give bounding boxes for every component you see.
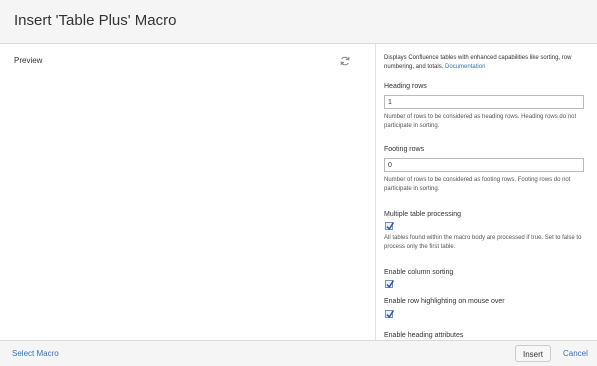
footing-rows-label: Footing rows bbox=[384, 146, 425, 153]
preview-pane: Preview bbox=[0, 44, 376, 340]
documentation-link[interactable]: Documentation bbox=[445, 64, 485, 70]
enable-row-highlighting-label: Enable row highlighting on mouse over bbox=[384, 298, 505, 305]
dialog-title: Insert 'Table Plus' Macro bbox=[14, 12, 177, 29]
multiple-table-processing-checkbox[interactable] bbox=[385, 222, 394, 231]
insert-button[interactable]: Insert bbox=[515, 345, 551, 362]
checkmark-icon bbox=[386, 310, 394, 319]
macro-properties-panel: Displays Confluence tables with enhanced… bbox=[384, 44, 594, 340]
dialog-footer: Select Macro Insert Cancel bbox=[0, 340, 597, 366]
checkmark-icon bbox=[386, 222, 394, 231]
macro-description: Displays Confluence tables with enhanced… bbox=[384, 54, 594, 72]
enable-column-sorting-checkbox[interactable] bbox=[385, 280, 394, 289]
enable-row-highlighting-checkbox[interactable] bbox=[385, 310, 394, 319]
footing-rows-input[interactable] bbox=[384, 158, 584, 172]
heading-rows-input[interactable] bbox=[384, 95, 584, 109]
insert-macro-dialog: Insert 'Table Plus' Macro Preview Displa… bbox=[0, 0, 597, 366]
dialog-header: Insert 'Table Plus' Macro bbox=[0, 0, 597, 44]
checkmark-icon bbox=[386, 280, 394, 289]
enable-column-sorting-label: Enable column sorting bbox=[384, 269, 454, 276]
multiple-table-processing-help: All tables found within the macro body a… bbox=[384, 235, 582, 250]
cancel-link[interactable]: Cancel bbox=[563, 349, 588, 358]
enable-heading-attributes-label: Enable heading attributes bbox=[384, 332, 464, 339]
refresh-icon[interactable] bbox=[339, 54, 351, 66]
footing-rows-help: Number of rows to be considered as footi… bbox=[384, 177, 571, 192]
heading-rows-label: Heading rows bbox=[384, 83, 427, 90]
preview-label: Preview bbox=[14, 56, 43, 65]
select-macro-link[interactable]: Select Macro bbox=[12, 349, 59, 358]
heading-rows-help: Number of rows to be considered as headi… bbox=[384, 114, 577, 129]
multiple-table-processing-label: Multiple table processing bbox=[384, 211, 462, 218]
